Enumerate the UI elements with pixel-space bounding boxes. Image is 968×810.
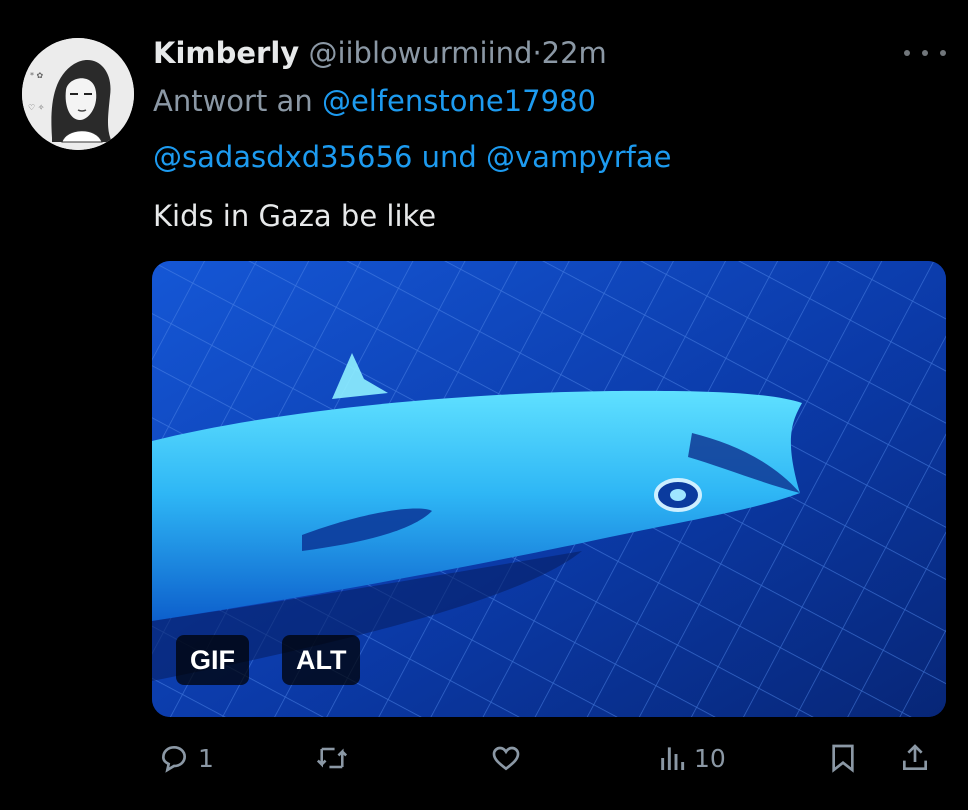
author-name[interactable]: Kimberly: [153, 36, 299, 70]
separator-dot: ·: [532, 36, 542, 70]
repost-button[interactable]: [314, 734, 350, 782]
views-icon: [661, 747, 685, 770]
avatar[interactable]: * ✿ ♡ ✧: [22, 38, 134, 150]
repost-icon: [316, 747, 348, 769]
svg-text:♡ ✧: ♡ ✧: [28, 103, 45, 112]
reply-conjunction: und: [421, 140, 477, 174]
action-bar: 1 10: [152, 734, 942, 782]
reply-icon: [161, 745, 187, 773]
bookmark-icon: [832, 744, 854, 773]
mention-link[interactable]: @elfenstone17980: [322, 84, 596, 118]
like-button[interactable]: [490, 734, 522, 782]
svg-text:* ✿: * ✿: [30, 71, 44, 80]
share-button[interactable]: [900, 734, 930, 782]
more-dot-icon: [922, 50, 928, 56]
mention-link[interactable]: @sadasdxd35656: [153, 140, 412, 174]
bookmark-button[interactable]: [828, 734, 858, 782]
fish-image: [152, 261, 946, 717]
like-icon: [492, 746, 520, 771]
reply-button[interactable]: 1: [158, 734, 214, 782]
author-handle[interactable]: @iiblowurmiind: [308, 36, 532, 70]
reply-context-continued: @sadasdxd35656 und @vampyrfae: [153, 138, 672, 176]
gif-badge: GIF: [176, 635, 249, 685]
reply-label: Antwort an: [153, 84, 313, 118]
more-dot-icon: [940, 50, 946, 56]
alt-button[interactable]: ALT: [282, 635, 361, 685]
mention-link[interactable]: @vampyrfae: [486, 140, 672, 174]
avatar-icon: * ✿ ♡ ✧: [22, 38, 134, 150]
share-icon: [903, 744, 927, 770]
more-options-button[interactable]: [904, 40, 946, 66]
post-time[interactable]: 22m: [542, 36, 607, 70]
views-count: 10: [694, 743, 726, 773]
post-header: Kimberly @iiblowurmiind·22m: [153, 33, 607, 73]
views-button[interactable]: 10: [658, 734, 726, 782]
post-text: Kids in Gaza be like: [153, 199, 437, 233]
reply-count: 1: [198, 743, 214, 773]
media-gif[interactable]: GIF ALT: [152, 261, 946, 717]
more-dot-icon: [904, 50, 910, 56]
reply-context: Antwort an @elfenstone17980: [153, 82, 596, 120]
